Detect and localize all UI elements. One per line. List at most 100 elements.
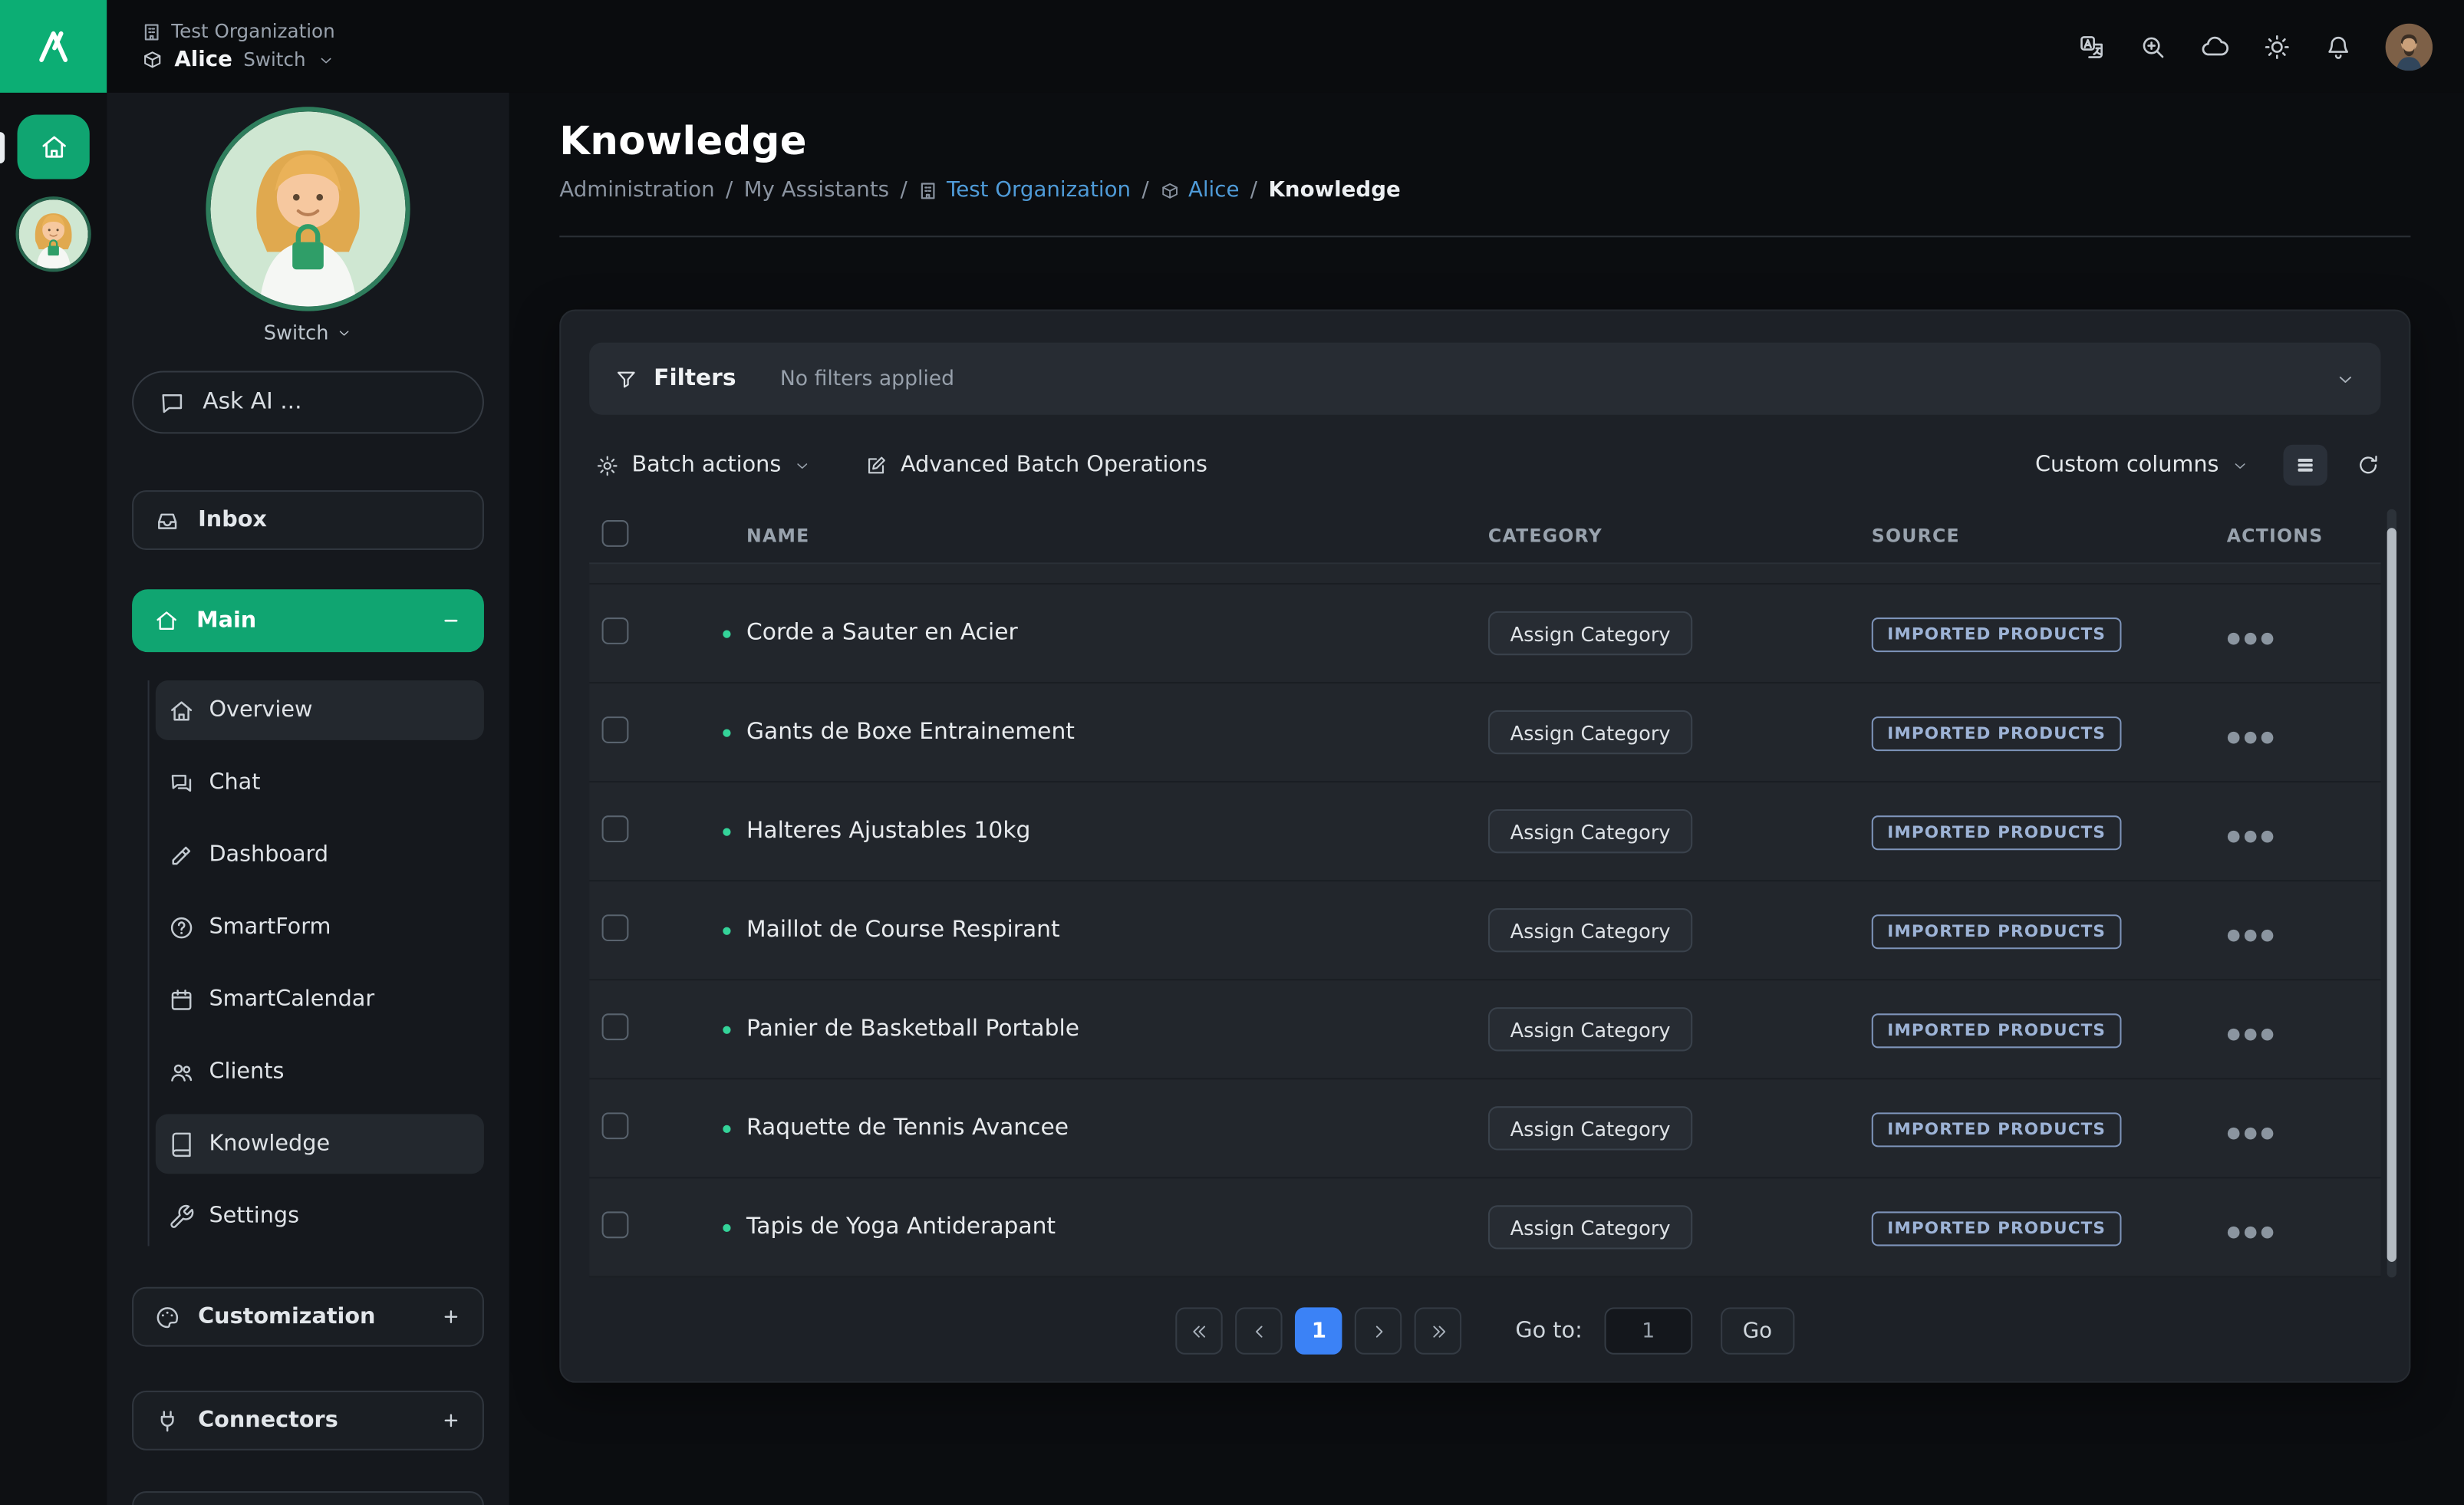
sidebar-item-overview[interactable]: Overview xyxy=(156,680,484,740)
filters-bar[interactable]: Filters No filters applied xyxy=(589,343,2380,415)
breadcrumb-assistant-link[interactable]: Alice xyxy=(1160,177,1239,203)
row-checkbox[interactable] xyxy=(602,1013,629,1039)
header-actions: ACTIONS xyxy=(2208,525,2380,547)
sidebar-item-smartform[interactable]: SmartForm xyxy=(156,897,484,957)
breadcrumb-org-link[interactable]: Test Organization xyxy=(918,177,1131,203)
palette-icon xyxy=(154,1303,181,1330)
row-name[interactable]: Raquette de Tennis Avancee xyxy=(746,1115,1069,1141)
row-checkbox[interactable] xyxy=(602,815,629,841)
sidebar-item-chat[interactable]: Chat xyxy=(156,752,484,812)
sidebar-item-clients[interactable]: Clients xyxy=(156,1042,484,1102)
row-name[interactable]: Corde a Sauter en Acier xyxy=(746,621,1018,646)
customization-section-toggle[interactable]: Customization xyxy=(132,1287,484,1347)
home-icon xyxy=(154,608,180,634)
assign-category-button[interactable]: Assign Category xyxy=(1488,1007,1692,1051)
sidebar-item-label: SmartCalendar xyxy=(209,986,374,1012)
assign-category-button[interactable]: Assign Category xyxy=(1488,908,1692,952)
row-name[interactable]: Tapis de Yoga Antiderapant xyxy=(746,1214,1056,1240)
topbar-assistant-name: Alice xyxy=(174,47,232,72)
row-checkbox[interactable] xyxy=(602,914,629,940)
language-icon[interactable] xyxy=(2077,32,2106,61)
row-name[interactable]: Panier de Basketball Portable xyxy=(746,1016,1079,1042)
breadcrumb-separator: / xyxy=(900,177,907,203)
scrolled-panel-edge xyxy=(559,235,2410,237)
breadcrumb-my-assistants[interactable]: My Assistants xyxy=(744,177,889,203)
scrollbar-thumb[interactable] xyxy=(2387,528,2396,1262)
sidebar-switch-label: Switch xyxy=(264,321,329,344)
assistant-avatar-small[interactable] xyxy=(19,199,88,268)
table-row: Panier de Basketball Portable Assign Cat… xyxy=(589,980,2380,1079)
row-actions-menu[interactable]: ●●● xyxy=(2227,728,2278,746)
go-button[interactable]: Go xyxy=(1721,1307,1794,1354)
chevron-down-icon xyxy=(2232,456,2249,474)
ask-ai-button[interactable]: Ask AI ... xyxy=(132,370,484,433)
home-button[interactable] xyxy=(18,115,90,179)
sidebar-item-label: Overview xyxy=(209,698,312,723)
page-button-current[interactable]: 1 xyxy=(1296,1307,1342,1354)
zoom-in-icon[interactable] xyxy=(2139,32,2167,61)
sidebar-item-settings[interactable]: Settings xyxy=(156,1187,484,1246)
table-row: Gants de Boxe Entrainement Assign Catego… xyxy=(589,683,2380,782)
status-dot-icon xyxy=(723,629,730,637)
batch-actions-button[interactable]: Batch actions xyxy=(589,453,817,478)
refresh-icon xyxy=(2356,453,2381,478)
goto-page-input[interactable] xyxy=(1604,1307,1692,1354)
rows-icon xyxy=(2294,454,2317,476)
row-checkbox[interactable] xyxy=(602,1210,629,1237)
assign-category-button[interactable]: Assign Category xyxy=(1488,1205,1692,1249)
row-actions-menu[interactable]: ●●● xyxy=(2227,1026,2278,1043)
sidebar-item-smartcalendar[interactable]: SmartCalendar xyxy=(156,970,484,1029)
assign-category-button[interactable]: Assign Category xyxy=(1488,809,1692,853)
row-density-button[interactable] xyxy=(2283,445,2327,486)
assign-category-button[interactable]: Assign Category xyxy=(1488,611,1692,655)
tools-icon xyxy=(168,841,195,868)
assistant-avatar-large[interactable] xyxy=(210,111,405,306)
organization-icon xyxy=(918,180,939,201)
last-page-button[interactable] xyxy=(1415,1307,1461,1354)
assign-category-button[interactable]: Assign Category xyxy=(1488,1106,1692,1150)
row-actions-menu[interactable]: ●●● xyxy=(2227,828,2278,845)
notifications-bell-icon[interactable] xyxy=(2324,32,2353,61)
connectors-section-toggle[interactable]: Connectors xyxy=(132,1391,484,1451)
assign-category-button[interactable]: Assign Category xyxy=(1488,710,1692,754)
sidebar-item-dashboard[interactable]: Dashboard xyxy=(156,825,484,884)
user-avatar[interactable] xyxy=(2386,23,2433,70)
row-checkbox[interactable] xyxy=(602,716,629,743)
table-scrollbar[interactable] xyxy=(2387,509,2396,1278)
theme-sun-icon[interactable] xyxy=(2263,32,2291,61)
next-page-button[interactable] xyxy=(1355,1307,1402,1354)
breadcrumb-administration[interactable]: Administration xyxy=(559,177,714,203)
custom-columns-button[interactable]: Custom columns xyxy=(2029,453,2255,478)
first-page-button[interactable] xyxy=(1176,1307,1223,1354)
inbox-label: Inbox xyxy=(198,508,462,533)
chevron-down-icon xyxy=(317,51,334,69)
sidebar-item-knowledge[interactable]: Knowledge xyxy=(156,1114,484,1174)
row-actions-menu[interactable]: ●●● xyxy=(2227,927,2278,944)
row-actions-menu[interactable]: ●●● xyxy=(2227,629,2278,647)
previous-page-button[interactable] xyxy=(1236,1307,1283,1354)
row-name[interactable]: Maillot de Course Respirant xyxy=(746,917,1060,943)
minus-icon xyxy=(440,610,463,632)
sidebar-item-label: SmartForm xyxy=(209,914,331,940)
filters-status: No filters applied xyxy=(780,367,954,390)
sidebar-switch[interactable]: Switch xyxy=(264,321,352,344)
row-actions-menu[interactable]: ●●● xyxy=(2227,1223,2278,1241)
app-logo[interactable] xyxy=(0,0,107,93)
select-all-checkbox[interactable] xyxy=(602,520,629,547)
row-checkbox[interactable] xyxy=(602,1111,629,1138)
refresh-button[interactable] xyxy=(2356,453,2381,478)
row-checkbox[interactable] xyxy=(602,617,629,644)
table-row: Raquette de Tennis Avancee Assign Catego… xyxy=(589,1079,2380,1178)
org-switcher[interactable]: Test Organization Alice Switch xyxy=(141,21,334,73)
inbox-button[interactable]: Inbox xyxy=(132,490,484,550)
row-name[interactable]: Gants de Boxe Entrainement xyxy=(746,720,1075,745)
topbar-switch-label[interactable]: Switch xyxy=(243,49,305,71)
partially-scrolled-row xyxy=(589,564,2380,585)
cloud-icon[interactable] xyxy=(2200,31,2230,61)
main-section-toggle[interactable]: Main xyxy=(132,589,484,652)
row-name[interactable]: Halteres Ajustables 10kg xyxy=(746,818,1030,844)
row-actions-menu[interactable]: ●●● xyxy=(2227,1125,2278,1142)
advanced-batch-operations-button[interactable]: Advanced Batch Operations xyxy=(858,453,1214,478)
logo-lambda-icon xyxy=(33,26,74,67)
connectors-label: Connectors xyxy=(198,1408,423,1433)
